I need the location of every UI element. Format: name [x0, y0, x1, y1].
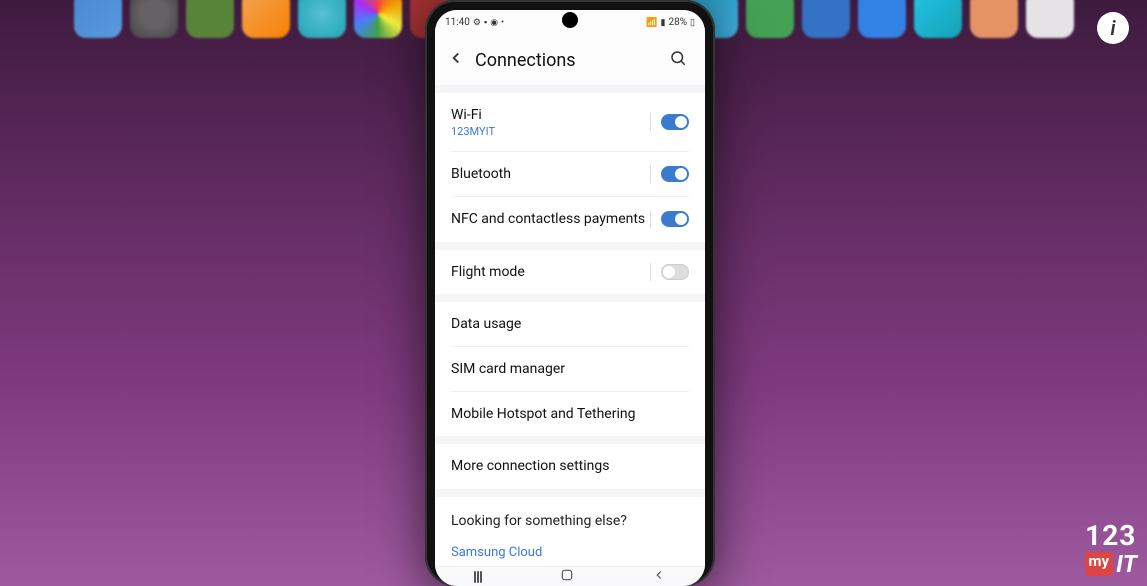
wifi-toggle[interactable]	[661, 114, 689, 130]
watermark-it: IT	[1116, 552, 1137, 576]
dock-app-icon	[746, 0, 794, 38]
bluetooth-row[interactable]: Bluetooth	[435, 152, 705, 196]
navigation-bar	[435, 566, 705, 586]
status-icon: ▪	[484, 17, 487, 28]
toggle-divider	[650, 210, 651, 228]
sim-row[interactable]: SIM card manager	[435, 347, 705, 391]
home-button[interactable]	[560, 568, 574, 586]
dock-app-icon	[802, 0, 850, 38]
section-looking-for: Looking for something else? Samsung Clou…	[435, 497, 705, 570]
settings-icon: ⚙	[473, 18, 481, 28]
nfc-toggle[interactable]	[661, 211, 689, 227]
back-button[interactable]	[447, 48, 471, 72]
wifi-network-name: 123MYIT	[451, 125, 650, 138]
status-right: 📶 ▮ 28% ▯	[646, 17, 695, 28]
sim-label: SIM card manager	[451, 360, 689, 378]
dock-app-icon	[858, 0, 906, 38]
recents-button[interactable]	[474, 571, 482, 583]
bluetooth-label: Bluetooth	[451, 165, 650, 183]
dock-app-icon	[74, 0, 122, 38]
camera-hole	[562, 12, 578, 28]
phone-screen: 11:40 ⚙ ▪ ◉ • 📶 ▮ 28% ▯ Connections	[435, 10, 705, 586]
toggle-divider	[650, 165, 651, 183]
flight-toggle[interactable]	[661, 264, 689, 280]
watermark-123: 123	[1085, 522, 1137, 550]
info-icon: i	[1110, 16, 1115, 40]
more-connections-row[interactable]: More connection settings	[435, 444, 705, 488]
status-time: 11:40	[445, 17, 470, 28]
watermark-my: my	[1085, 552, 1114, 576]
back-nav-button[interactable]	[652, 568, 666, 586]
hotspot-label: Mobile Hotspot and Tethering	[451, 405, 689, 423]
battery-percent: 28%	[668, 17, 687, 28]
dock-app-icon	[1026, 0, 1074, 38]
dock-app-icon	[354, 0, 402, 38]
wifi-row[interactable]: Wi-Fi 123MYIT	[435, 93, 705, 151]
toggle-divider	[650, 113, 651, 131]
dock-app-icon	[130, 0, 178, 38]
nfc-label: NFC and contactless payments	[451, 210, 650, 228]
page-title: Connections	[475, 50, 669, 71]
dock-app-icon	[970, 0, 1018, 38]
section-data: Data usage SIM card manager Mobile Hotsp…	[435, 302, 705, 437]
wifi-icon: 📶	[646, 18, 657, 28]
signal-icon: ▮	[661, 18, 666, 28]
section-connections: Wi-Fi 123MYIT Bluetooth	[435, 93, 705, 242]
header: Connections	[435, 35, 705, 85]
flight-row[interactable]: Flight mode	[435, 250, 705, 294]
dock-app-icon	[186, 0, 234, 38]
dock-app-icon	[242, 0, 290, 38]
dock-app-icon	[298, 0, 346, 38]
phone-frame: 11:40 ⚙ ▪ ◉ • 📶 ▮ 28% ▯ Connections	[425, 0, 715, 586]
wifi-label: Wi-Fi	[451, 106, 650, 124]
data-usage-row[interactable]: Data usage	[435, 302, 705, 346]
battery-icon: ▯	[690, 18, 695, 28]
status-icon: ◉	[490, 18, 498, 28]
data-usage-label: Data usage	[451, 315, 689, 333]
info-button[interactable]: i	[1097, 12, 1129, 44]
watermark-logo: 123 my IT	[1085, 522, 1137, 576]
section-flight: Flight mode	[435, 250, 705, 294]
more-connections-label: More connection settings	[451, 457, 689, 475]
search-button[interactable]	[669, 49, 693, 72]
hotspot-row[interactable]: Mobile Hotspot and Tethering	[435, 392, 705, 436]
toggle-divider	[650, 263, 651, 281]
samsung-cloud-link[interactable]: Samsung Cloud	[451, 543, 689, 562]
looking-for-title: Looking for something else?	[451, 513, 689, 529]
status-left: 11:40 ⚙ ▪ ◉ •	[445, 17, 504, 28]
dock-app-icon	[914, 0, 962, 38]
status-dot-icon: •	[501, 18, 504, 28]
section-more: More connection settings	[435, 444, 705, 488]
bluetooth-toggle[interactable]	[661, 166, 689, 182]
nfc-row[interactable]: NFC and contactless payments	[435, 197, 705, 241]
flight-label: Flight mode	[451, 263, 650, 281]
